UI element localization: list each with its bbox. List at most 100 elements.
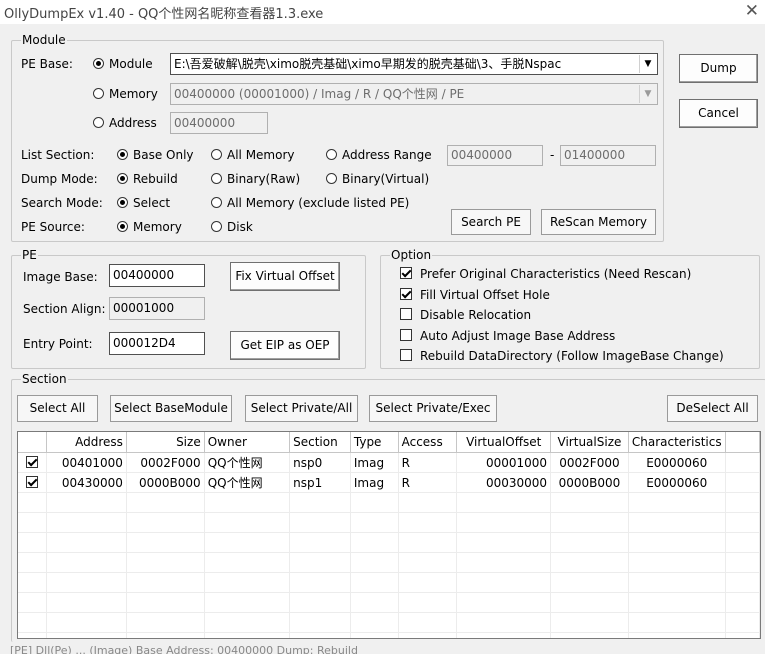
col-checkbox-header[interactable] xyxy=(18,432,48,453)
entry-point-input[interactable]: 000012D4 xyxy=(109,332,205,355)
section-list[interactable]: Address Size Owner Section Type Access V… xyxy=(17,431,761,639)
range-to-input[interactable]: 01400000 xyxy=(560,145,656,166)
image-base-label: Image Base: xyxy=(23,270,98,284)
radio-icon xyxy=(326,149,337,160)
checkbox-checked-icon xyxy=(400,288,412,300)
section-align-label: Section Align: xyxy=(23,302,106,316)
memory-dropdown[interactable]: 00400000 (00001000) / Imag / R / QQ个性网 /… xyxy=(170,83,658,105)
cell-type: Imag xyxy=(350,452,399,473)
cell-access: R xyxy=(398,452,458,473)
dump-mode-label: Dump Mode: xyxy=(21,172,98,186)
section-align-input[interactable]: 00001000 xyxy=(109,297,205,320)
fix-virtual-offset-button[interactable]: Fix Virtual Offset xyxy=(230,262,340,291)
cell-type: Imag xyxy=(350,472,399,493)
get-eip-as-oep-button[interactable]: Get EIP as OEP xyxy=(230,331,340,360)
cell-virtual-size: 0000B000 xyxy=(550,472,629,493)
option-group-label: Option xyxy=(390,248,433,262)
radio-all-memory[interactable]: All Memory xyxy=(211,148,295,162)
col-virtual-size[interactable]: VirtualSize xyxy=(550,432,629,453)
radio-rebuild[interactable]: Rebuild xyxy=(117,172,178,186)
radio-module[interactable]: Module xyxy=(93,57,153,71)
radio-selected-icon xyxy=(93,58,104,69)
empty-row xyxy=(18,532,760,553)
col-size[interactable]: Size xyxy=(126,432,205,453)
checkbox-icon xyxy=(400,329,412,341)
table-header: Address Size Owner Section Type Access V… xyxy=(18,432,760,453)
radio-all-memory-exclude[interactable]: All Memory (exclude listed PE) xyxy=(211,196,409,210)
empty-row xyxy=(18,592,760,613)
radio-selected-icon xyxy=(117,149,128,160)
status-bar: [PE] Dll(Pe) ... (Image) Base Address: 0… xyxy=(10,644,358,654)
col-address[interactable]: Address xyxy=(46,432,127,453)
cell-virtual-size: 0002F000 xyxy=(550,452,629,473)
cell-owner: QQ个性网 xyxy=(204,472,291,493)
radio-base-only[interactable]: Base Only xyxy=(117,148,194,162)
option-fill-virtual-offset[interactable]: Fill Virtual Offset Hole xyxy=(400,288,550,302)
col-section[interactable]: Section xyxy=(289,432,351,453)
radio-select[interactable]: Select xyxy=(117,196,170,210)
empty-row xyxy=(18,552,760,573)
empty-row xyxy=(18,612,760,633)
col-virtual-offset[interactable]: VirtualOffset xyxy=(456,432,552,453)
range-separator: - xyxy=(550,148,555,162)
table-row[interactable]: 00401000 0002F000 QQ个性网 nsp0 Imag R 0000… xyxy=(18,452,760,473)
image-base-input[interactable]: 00400000 xyxy=(109,264,205,287)
address-input[interactable]: 00400000 xyxy=(170,112,268,134)
radio-source-disk[interactable]: Disk xyxy=(211,220,253,234)
dump-button[interactable]: Dump xyxy=(679,54,758,83)
radio-selected-icon xyxy=(117,221,128,232)
radio-selected-icon xyxy=(117,197,128,208)
empty-row xyxy=(18,512,760,533)
col-characteristics[interactable]: Characteristics xyxy=(628,432,726,453)
cell-filler xyxy=(725,472,760,493)
chevron-down-icon[interactable]: ▼ xyxy=(639,85,656,103)
radio-binary-raw[interactable]: Binary(Raw) xyxy=(211,172,300,186)
option-rebuild-datadirectory[interactable]: Rebuild DataDirectory (Follow ImageBase … xyxy=(400,349,724,363)
cell-section: nsp1 xyxy=(289,472,351,493)
chevron-down-icon[interactable]: ▼ xyxy=(639,55,656,73)
cell-virtual-offset: 00001000 xyxy=(456,452,552,473)
search-mode-label: Search Mode: xyxy=(21,196,103,210)
empty-row xyxy=(18,632,760,638)
cell-characteristics: E0000060 xyxy=(628,452,726,473)
radio-icon xyxy=(93,88,104,99)
select-private-all-button[interactable]: Select Private/All xyxy=(245,395,358,422)
radio-icon xyxy=(211,149,222,160)
close-icon[interactable]: ✕ xyxy=(745,1,759,21)
option-disable-relocation[interactable]: Disable Relocation xyxy=(400,308,531,322)
radio-address[interactable]: Address xyxy=(93,116,157,130)
select-all-button[interactable]: Select All xyxy=(17,395,98,422)
cell-virtual-offset: 00030000 xyxy=(456,472,552,493)
empty-row xyxy=(18,492,760,513)
rescan-memory-button[interactable]: ReScan Memory xyxy=(541,209,656,235)
select-private-exec-button[interactable]: Select Private/Exec xyxy=(369,395,497,422)
cell-access: R xyxy=(398,472,458,493)
checkbox-checked-icon[interactable] xyxy=(26,455,39,468)
col-type[interactable]: Type xyxy=(350,432,399,453)
radio-address-range[interactable]: Address Range xyxy=(326,148,432,162)
range-from-input[interactable]: 00400000 xyxy=(447,145,543,166)
module-group-label: Module xyxy=(21,33,67,47)
radio-memory[interactable]: Memory xyxy=(93,87,158,101)
deselect-all-button[interactable]: DeSelect All xyxy=(667,395,758,422)
col-access[interactable]: Access xyxy=(398,432,458,453)
row-checkbox[interactable] xyxy=(18,452,48,473)
checkbox-checked-icon[interactable] xyxy=(26,475,39,488)
cell-filler xyxy=(725,452,760,473)
option-auto-adjust[interactable]: Auto Adjust Image Base Address xyxy=(400,329,615,343)
module-path-dropdown[interactable]: E:\吾爱破解\脱壳\ximo脱壳基础\ximo早期发的脱壳基础\3、手脱Nsp… xyxy=(170,53,658,75)
pe-source-label: PE Source: xyxy=(21,220,85,234)
select-base-module-button[interactable]: Select BaseModule xyxy=(110,395,232,422)
row-checkbox[interactable] xyxy=(18,472,48,493)
radio-icon xyxy=(211,197,222,208)
table-row[interactable]: 00430000 0000B000 QQ个性网 nsp1 Imag R 0003… xyxy=(18,472,760,493)
cancel-button[interactable]: Cancel xyxy=(679,99,758,128)
pe-group-label: PE xyxy=(21,248,38,262)
col-owner[interactable]: Owner xyxy=(204,432,291,453)
title-bar: OllyDumpEx v1.40 - QQ个性网名昵称查看器1.3.exe ✕ xyxy=(0,0,765,24)
radio-binary-virtual[interactable]: Binary(Virtual) xyxy=(326,172,429,186)
option-prefer-original[interactable]: Prefer Original Characteristics (Need Re… xyxy=(400,267,691,281)
search-pe-button[interactable]: Search PE xyxy=(451,209,531,235)
radio-selected-icon xyxy=(117,173,128,184)
radio-source-memory[interactable]: Memory xyxy=(117,220,182,234)
